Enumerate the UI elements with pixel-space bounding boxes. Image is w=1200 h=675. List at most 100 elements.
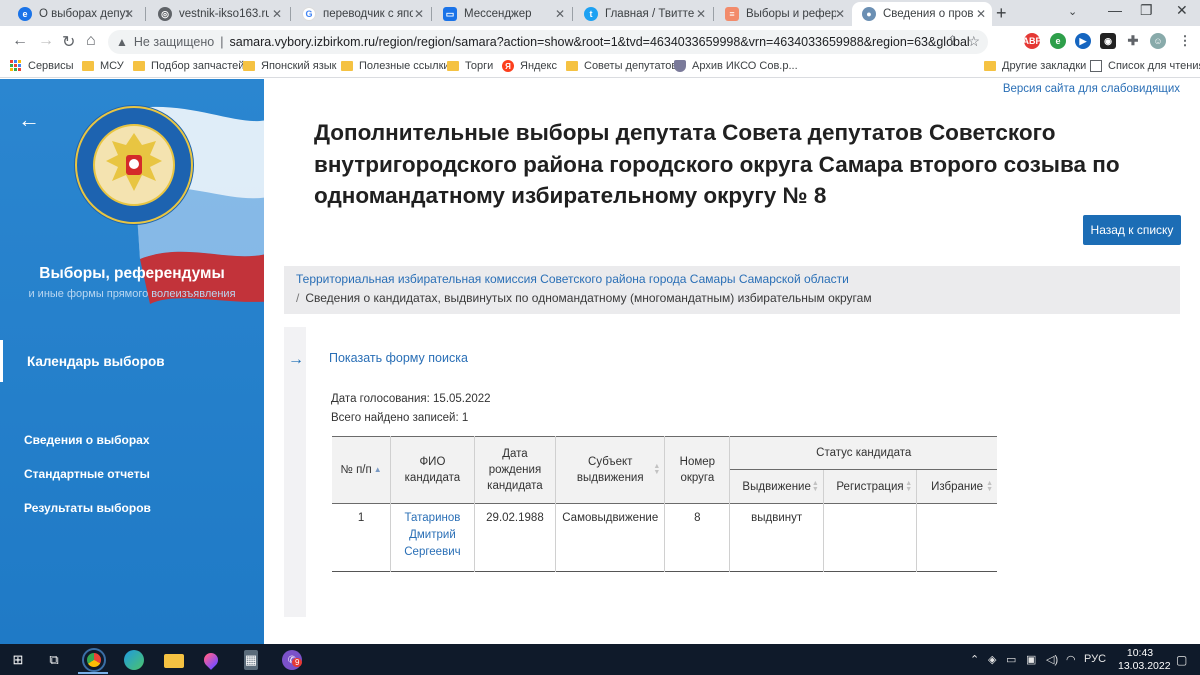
language-indicator[interactable]: РУС (1084, 653, 1106, 665)
adblock-icon[interactable]: ABP (1023, 33, 1042, 49)
browser-tab[interactable]: t Главная / Твиттер ✕ (574, 2, 712, 26)
volume-icon[interactable]: ◁) (1046, 653, 1058, 666)
file-explorer-icon[interactable] (164, 654, 184, 668)
bookmark-item[interactable]: Я Яндекс (502, 60, 557, 72)
bookmark-item[interactable]: Японский язык (243, 60, 336, 72)
sort-icon[interactable]: ▲ ▼ (986, 480, 993, 493)
close-icon[interactable]: ✕ (124, 7, 134, 21)
sidebar-item-standard-reports[interactable]: Стандартные отчеты (24, 467, 150, 481)
sidebar-item-election-info[interactable]: Сведения о выборах (24, 433, 150, 447)
col-district-header[interactable]: Номер округа (664, 436, 731, 504)
address-bar[interactable]: ▲ Не защищено | samara.vybory.izbirkom.r… (108, 30, 988, 54)
notification-badge: 9 (292, 658, 303, 667)
col-registration-header[interactable]: Регистрация ▲ ▼ (823, 469, 918, 504)
windows-start-icon[interactable]: ⊞ (8, 650, 28, 670)
bookmark-item[interactable]: Архив ИКСО Сов.р... (674, 60, 798, 72)
bookmark-item[interactable]: Советы депутатов (566, 60, 677, 72)
edge-icon[interactable] (124, 650, 144, 670)
close-icon[interactable]: ✕ (414, 7, 424, 21)
browser-tab[interactable]: e О выборах депутатов ✕ (8, 2, 140, 26)
close-icon[interactable]: ✕ (272, 7, 282, 21)
window-close-icon[interactable]: ✕ (1176, 2, 1188, 19)
evernote-icon[interactable]: e (1050, 33, 1066, 49)
bookmark-item[interactable]: Список для чтения (1090, 60, 1200, 72)
browser-tab[interactable]: G переводчик с японск ✕ (292, 2, 430, 26)
arrow-right-icon[interactable]: → (288, 351, 304, 369)
close-icon[interactable]: ✕ (555, 7, 565, 21)
calculator-icon[interactable]: ▦ (244, 650, 258, 670)
security-label[interactable]: Не защищено (134, 35, 214, 49)
breadcrumb-commission-link[interactable]: Территориальная избирательная комиссия С… (296, 272, 1180, 286)
sort-icon[interactable]: ▲ ▼ (653, 463, 660, 476)
back-arrow-icon[interactable]: ← (18, 107, 40, 133)
show-search-form-link[interactable]: Показать форму поиска (329, 351, 468, 365)
content-side-band (284, 327, 306, 617)
sidebar-item-election-results[interactable]: Результаты выборов (24, 501, 151, 515)
minimize-icon[interactable]: — (1108, 2, 1122, 18)
browser-tab[interactable]: ▭ Мессенджер ✕ (433, 2, 571, 26)
candidate-name-link[interactable]: Татаринов Дмитрий Сергеевич (390, 503, 475, 572)
task-view-icon[interactable]: ⧉ (44, 650, 64, 670)
col-num-header[interactable]: № п/п ▲ (332, 436, 392, 504)
breadcrumb: Территориальная избирательная комиссия С… (284, 266, 1180, 314)
reload-icon[interactable]: ↻ (62, 32, 75, 52)
url-text[interactable]: samara.vybory.izbirkom.ru/region/region/… (230, 35, 970, 49)
clock[interactable]: 10:43 13.03.2022 (1118, 647, 1171, 673)
browser-tab[interactable]: ◎ vestnik-ikso163.ru/?s ✕ (148, 2, 288, 26)
sort-icon[interactable]: ▲ ▼ (812, 480, 819, 493)
bookmark-star-icon[interactable]: ☆ (967, 33, 980, 50)
extension-dark-icon[interactable]: ◉ (1100, 33, 1116, 49)
warning-icon[interactable]: ▲ (116, 35, 128, 49)
tab-separator (572, 7, 573, 21)
new-tab-icon[interactable]: + (996, 3, 1007, 24)
notifications-icon[interactable]: ▢ (1176, 653, 1187, 667)
bookmark-label: Японский язык (261, 60, 337, 72)
back-to-list-button[interactable]: Назад к списку (1083, 215, 1181, 245)
header-label: Избрание (931, 480, 984, 493)
bookmark-item[interactable]: Торги (447, 60, 493, 72)
close-icon[interactable]: ✕ (696, 7, 706, 21)
chrome-icon[interactable] (82, 648, 106, 672)
col-subject-header[interactable]: Субъект выдвижения ▲ ▼ (555, 436, 666, 504)
sidebar-item-calendar[interactable]: Календарь выборов (0, 340, 264, 382)
accessibility-version-link[interactable]: Версия сайта для слабовидящих (1003, 83, 1180, 95)
menu-kebab-icon[interactable]: ⋮ (1177, 33, 1193, 49)
browser-tab[interactable]: ≡ Выборы и референд ✕ (715, 2, 851, 26)
forward-icon[interactable]: → (38, 32, 54, 50)
header-label: Субъект выдвижения (576, 456, 644, 484)
tab-title: Выборы и референд (746, 8, 836, 20)
bookmark-item[interactable]: Другие закладки (984, 60, 1086, 72)
bookmark-item[interactable]: Сервисы (10, 60, 74, 72)
breadcrumb-current: / Сведения о кандидатах, выдвинутых по од… (296, 291, 1180, 305)
share-icon[interactable]: ⇪ (947, 33, 958, 49)
wifi-icon[interactable]: ◠ (1066, 653, 1076, 666)
col-birth-header[interactable]: Дата рождения кандидата (474, 436, 557, 504)
sort-asc-icon[interactable]: ▲ (374, 465, 382, 474)
extensions-puzzle-icon[interactable]: ✚ (1125, 33, 1141, 49)
folder-icon (566, 61, 578, 71)
bookmark-item[interactable]: МСУ (82, 60, 124, 72)
browser-tab-active[interactable]: ● Сведения о проводи ✕ (852, 2, 992, 26)
folder-icon (341, 61, 353, 71)
bookmark-label: Яндекс (520, 60, 557, 72)
paint-drop-icon[interactable] (201, 650, 221, 670)
cell-birth-date: 29.02.1988 (474, 503, 557, 572)
col-election-header[interactable]: Избрание ▲ ▼ (916, 469, 997, 504)
bookmark-item[interactable]: Полезные ссылки (341, 60, 450, 72)
bookmark-item[interactable]: Подбор запчастей (133, 60, 244, 72)
extension-play-icon[interactable]: ▶ (1075, 33, 1091, 49)
close-icon[interactable]: ✕ (835, 7, 845, 21)
col-fio-header[interactable]: ФИО кандидата (390, 436, 475, 504)
sort-icon[interactable]: ▲ ▼ (905, 480, 912, 493)
back-icon[interactable]: ← (12, 32, 28, 50)
profile-avatar[interactable]: ☺ (1150, 33, 1166, 49)
restore-icon[interactable]: ❐ (1140, 2, 1153, 19)
network-icon[interactable]: ▣ (1026, 653, 1036, 666)
close-icon[interactable]: ✕ (976, 7, 986, 21)
battery-icon[interactable]: ▭ (1006, 653, 1016, 666)
tray-app-icon[interactable]: ◈ (988, 653, 996, 666)
col-nomination-header[interactable]: Выдвижение ▲ ▼ (729, 469, 824, 504)
tray-chevron-icon[interactable]: ⌃ (970, 653, 979, 666)
tab-search-icon[interactable]: ⌄ (1068, 5, 1077, 18)
home-icon[interactable]: ⌂ (86, 32, 96, 50)
